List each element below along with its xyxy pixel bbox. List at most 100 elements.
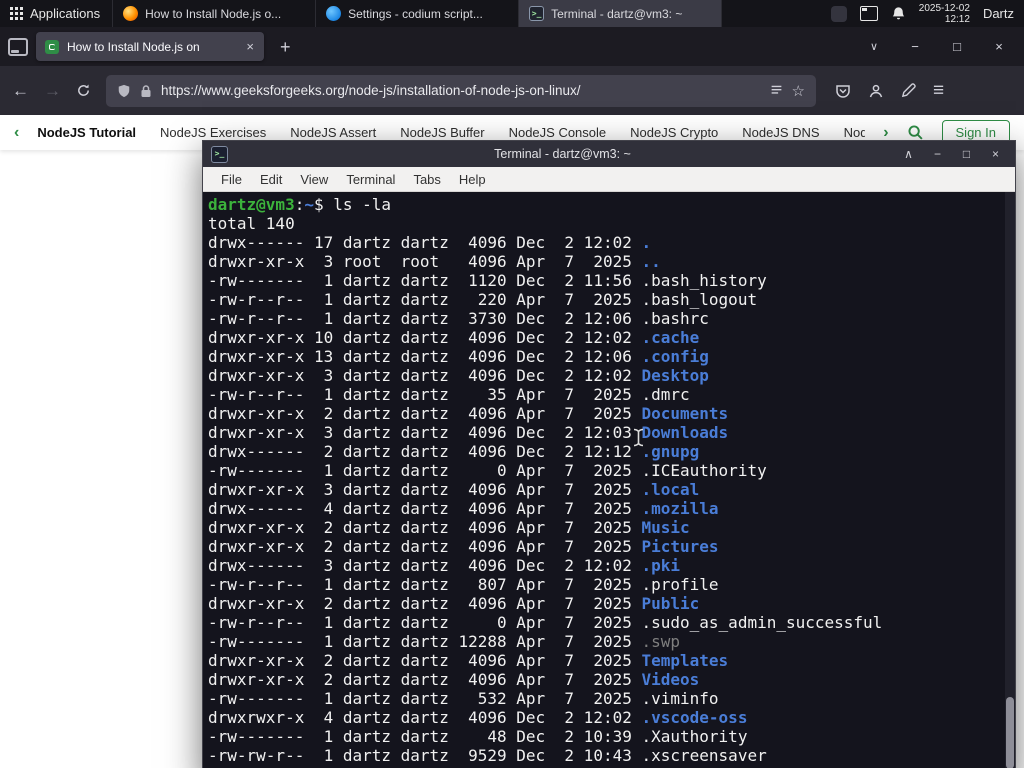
notifications-bell-icon[interactable] [891, 6, 906, 21]
pocket-icon[interactable] [835, 83, 851, 99]
nav-item-nodejs-assert[interactable]: NodeJS Assert [290, 125, 376, 140]
terminal-menu-edit[interactable]: Edit [251, 172, 291, 187]
ls-filename: .gnupg [641, 442, 700, 461]
terminal-scrollbar-thumb[interactable] [1006, 697, 1014, 768]
terminal-ls-line: drwxr-xr-x 3 dartz dartz 4096 Apr 7 2025… [208, 480, 700, 499]
reload-button[interactable] [76, 83, 91, 98]
terminal-prompt-line: dartz@vm3:~$ ls -la [208, 195, 392, 214]
taskbar-button-label: How to Install Node.js o... [145, 6, 282, 21]
terminal-ls-line: drwxrwxr-x 4 dartz dartz 4096 Dec 2 12:0… [208, 708, 748, 727]
window-maximize-button[interactable]: □ [940, 39, 974, 54]
nav-item-node[interactable]: Node [844, 125, 866, 140]
terminal-menu-help[interactable]: Help [450, 172, 495, 187]
taskbar-button-vscodium[interactable]: Settings - codium script... [315, 0, 518, 27]
url-text[interactable]: https://www.geeksforgeeks.org/node-js/in… [161, 83, 761, 98]
nav-item-nodejs-dns[interactable]: NodeJS DNS [742, 125, 819, 140]
tray-app-icon[interactable] [830, 5, 847, 22]
ls-filename: .xscreensaver [641, 746, 767, 765]
ls-filename: .bash_logout [641, 290, 758, 309]
ls-filename: Downloads [641, 423, 729, 442]
new-tab-button[interactable]: + [272, 38, 299, 56]
terminal-ls-line: drwxr-xr-x 3 root root 4096 Apr 7 2025 .… [208, 252, 661, 271]
browser-tab[interactable]: How to Install Node.js on × [36, 32, 264, 61]
terminal-icon: >_ [529, 6, 545, 21]
terminal-maximize-button[interactable]: □ [955, 147, 978, 161]
ls-filename: .vscode-oss [641, 708, 748, 727]
user-menu[interactable]: Dartz [983, 6, 1016, 21]
terminal-menubar: File Edit View Terminal Tabs Help [203, 167, 1015, 192]
terminal-window-icon: >_ [211, 145, 228, 163]
window-close-button[interactable]: × [982, 39, 1016, 54]
terminal-ls-line: drwxr-xr-x 2 dartz dartz 4096 Apr 7 2025… [208, 518, 690, 537]
ls-filename: Documents [641, 404, 729, 423]
terminal-ls-line: drwxr-xr-x 13 dartz dartz 4096 Dec 2 12:… [208, 347, 709, 366]
navigation-toolbar: ← → https://www.geeksforgeeks.org/node-j… [0, 66, 1024, 115]
back-button[interactable]: ← [12, 82, 29, 99]
terminal-ls-line: drwx------ 2 dartz dartz 4096 Dec 2 12:1… [208, 442, 700, 461]
applications-grid-icon [10, 7, 23, 20]
ls-filename: .profile [641, 575, 719, 594]
applications-label: Applications [30, 6, 101, 21]
menu-hamburger-icon[interactable]: ≡ [933, 81, 944, 100]
terminal-ls-line: drwxr-xr-x 10 dartz dartz 4096 Dec 2 12:… [208, 328, 700, 347]
ls-filename: . [641, 233, 652, 252]
vscodium-icon [326, 6, 342, 21]
terminal-ls-line: drwxr-xr-x 2 dartz dartz 4096 Apr 7 2025… [208, 670, 700, 689]
terminal-titlebar[interactable]: >_ Terminal - dartz@vm3: ~ ∧ − □ × [203, 141, 1015, 167]
nav-item-nodejs-console[interactable]: NodeJS Console [509, 125, 607, 140]
reader-mode-icon[interactable] [770, 84, 783, 97]
terminal-ls-line: drwxr-xr-x 3 dartz dartz 4096 Dec 2 12:0… [208, 423, 729, 442]
ls-filename: .sudo_as_admin_successful [641, 613, 883, 632]
applications-menu-button[interactable]: Applications [0, 0, 112, 27]
taskbar-button-terminal[interactable]: >_ Terminal - dartz@vm3: ~ [518, 0, 723, 27]
terminal-menu-tabs[interactable]: Tabs [404, 172, 449, 187]
forward-button[interactable]: → [44, 82, 61, 99]
nav-item-nodejs-exercises[interactable]: NodeJS Exercises [160, 125, 266, 140]
ls-filename: .bash_history [641, 271, 767, 290]
nav-item-nodejs-tutorial[interactable]: NodeJS Tutorial [37, 125, 136, 140]
terminal-menu-terminal[interactable]: Terminal [337, 172, 404, 187]
terminal-screen[interactable]: dartz@vm3:~$ ls -la total 140 drwx------ 1… [203, 192, 1015, 768]
terminal-ls-line: -rw-rw-r-- 1 dartz dartz 9529 Dec 2 10:4… [208, 746, 767, 765]
nav-scroll-left-icon[interactable]: ‹ [14, 124, 19, 141]
taskbar-button-label: Settings - codium script... [348, 6, 483, 21]
nav-scroll-right-icon[interactable]: › [883, 124, 888, 141]
tab-close-icon[interactable]: × [245, 39, 255, 54]
terminal-ls-line: drwxr-xr-x 3 dartz dartz 4096 Dec 2 12:0… [208, 366, 709, 385]
list-all-tabs-icon[interactable]: ∨ [858, 40, 890, 53]
ls-filename: .bashrc [641, 309, 709, 328]
nav-item-nodejs-crypto[interactable]: NodeJS Crypto [630, 125, 718, 140]
terminal-scrollbar[interactable] [1005, 192, 1015, 768]
terminal-ls-line: -rw-r--r-- 1 dartz dartz 0 Apr 7 2025 .s… [208, 613, 883, 632]
desktop: Applications How to Install Node.js o...… [0, 0, 1024, 768]
firefox-view-icon[interactable] [8, 37, 28, 56]
window-minimize-button[interactable]: − [898, 39, 932, 54]
lock-icon[interactable] [140, 84, 152, 98]
taskbar-button-firefox[interactable]: How to Install Node.js o... [112, 0, 315, 27]
terminal-ls-line: drwxr-xr-x 2 dartz dartz 4096 Apr 7 2025… [208, 537, 719, 556]
terminal-minimize-button[interactable]: − [926, 147, 949, 161]
tab-bar: How to Install Node.js on × + ∨ − □ × [0, 27, 1024, 66]
terminal-shade-button[interactable]: ∧ [897, 147, 920, 161]
bookmark-star-icon[interactable]: ☆ [792, 82, 805, 100]
ls-filename: Music [641, 518, 690, 537]
taskbar-button-label: Terminal - dartz@vm3: ~ [551, 6, 683, 21]
terminal-menu-file[interactable]: File [212, 172, 251, 187]
url-bar[interactable]: https://www.geeksforgeeks.org/node-js/in… [106, 74, 816, 107]
extension-pen-icon[interactable] [901, 83, 916, 98]
terminal-menu-view[interactable]: View [291, 172, 337, 187]
ls-filename: .Xauthority [641, 727, 748, 746]
mouse-ibeam-cursor [632, 428, 645, 452]
search-icon[interactable] [907, 124, 924, 141]
tracking-protection-shield-icon[interactable] [117, 84, 131, 98]
system-tray: 2025-12-02 12:12 Dartz [830, 0, 1024, 27]
terminal-window: >_ Terminal - dartz@vm3: ~ ∧ − □ × File E… [202, 140, 1016, 768]
clock[interactable]: 2025-12-02 12:12 [919, 3, 970, 25]
top-panel: Applications How to Install Node.js o...… [0, 0, 1024, 27]
terminal-close-button[interactable]: × [984, 147, 1007, 161]
tray-terminal-icon[interactable] [859, 6, 878, 21]
account-icon[interactable] [868, 83, 884, 99]
ls-filename: .dmrc [641, 385, 690, 404]
nav-item-nodejs-buffer[interactable]: NodeJS Buffer [400, 125, 484, 140]
ls-filename: .local [641, 480, 700, 499]
